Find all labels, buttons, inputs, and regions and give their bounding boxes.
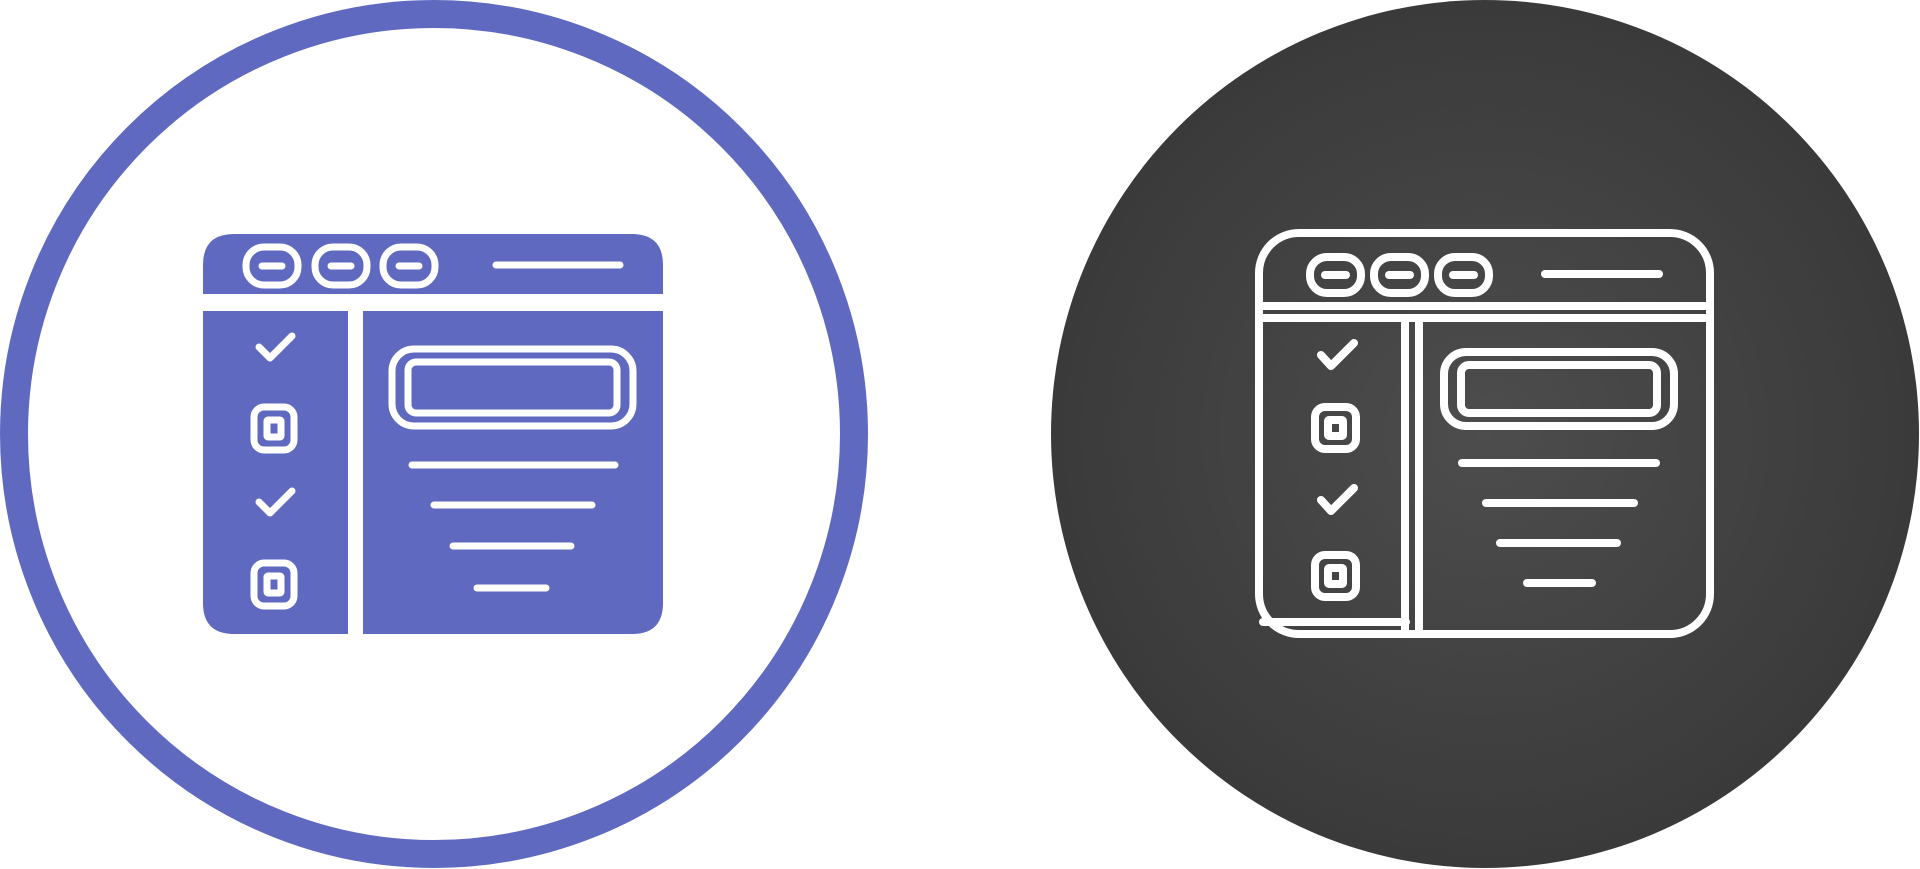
checklist-browser-outline-icon (1051, 0, 1919, 868)
dark-circle-background (1051, 0, 1919, 868)
window-sidebar (203, 311, 348, 634)
checklist-browser-glyph-icon (0, 0, 868, 868)
icon-artwork (0, 0, 1919, 868)
icon-pair-canvas (0, 0, 1920, 869)
